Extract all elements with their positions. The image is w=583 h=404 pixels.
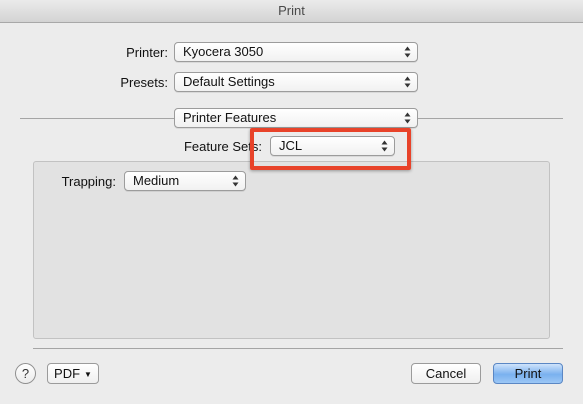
pdf-label: PDF bbox=[54, 366, 81, 381]
footer-divider bbox=[33, 348, 563, 349]
section-value: Printer Features bbox=[183, 110, 277, 125]
section-divider-left bbox=[20, 118, 174, 119]
pdf-menu-button[interactable]: PDF ▼ bbox=[47, 363, 99, 384]
help-icon: ? bbox=[21, 366, 30, 381]
window-title: Print bbox=[0, 0, 583, 23]
updown-arrows-icon bbox=[404, 112, 411, 124]
trapping-popup[interactable]: Medium bbox=[124, 171, 246, 191]
trapping-value: Medium bbox=[133, 173, 180, 188]
presets-popup[interactable]: Default Settings bbox=[174, 72, 418, 92]
highlight-box bbox=[250, 128, 411, 170]
help-button[interactable]: ? bbox=[15, 363, 36, 384]
cancel-button[interactable]: Cancel bbox=[411, 363, 481, 384]
printer-value: Kyocera 3050 bbox=[183, 44, 264, 59]
printer-label: Printer: bbox=[126, 45, 168, 60]
feature-sets-label: Feature Sets: bbox=[183, 139, 262, 154]
triangle-down-icon: ▼ bbox=[84, 370, 92, 379]
trapping-label: Trapping: bbox=[61, 174, 116, 189]
updown-arrows-icon bbox=[232, 175, 239, 187]
updown-arrows-icon bbox=[404, 76, 411, 88]
printer-popup[interactable]: Kyocera 3050 bbox=[174, 42, 418, 62]
section-divider-right bbox=[418, 118, 563, 119]
section-popup[interactable]: Printer Features bbox=[174, 108, 418, 128]
presets-label: Presets: bbox=[120, 75, 168, 90]
presets-value: Default Settings bbox=[183, 74, 275, 89]
print-button[interactable]: Print bbox=[493, 363, 563, 384]
updown-arrows-icon bbox=[404, 46, 411, 58]
